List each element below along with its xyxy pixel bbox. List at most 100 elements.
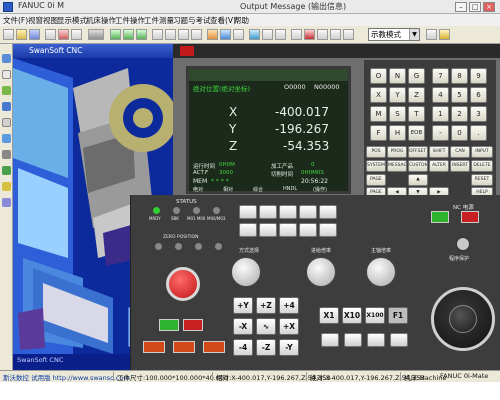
key-5[interactable]: 5 — [451, 87, 468, 103]
pan-icon[interactable] — [191, 29, 202, 40]
block-icon[interactable] — [2, 198, 11, 207]
btn-optional-stop[interactable] — [259, 205, 277, 219]
key-x[interactable]: X — [370, 87, 387, 103]
nc-power-on-button[interactable] — [431, 211, 449, 223]
program-protect-key[interactable] — [456, 237, 470, 251]
softkey-operation[interactable]: (操作) — [313, 186, 327, 193]
key-input[interactable]: INPUT — [471, 146, 493, 158]
menu-workpiece-measure[interactable]: 工件测量 — [144, 15, 174, 26]
zoom-in-icon[interactable] — [152, 29, 163, 40]
jog-plus-x[interactable]: +X — [279, 318, 299, 335]
minimize-button[interactable]: – — [455, 2, 467, 12]
key-pos[interactable]: POS — [366, 146, 386, 158]
menu-view-window[interactable]: 视窗视图 — [28, 15, 58, 26]
spindle-override-knob[interactable] — [366, 257, 396, 287]
view-front-icon[interactable] — [110, 29, 121, 40]
btn-machine-lock[interactable] — [239, 223, 257, 237]
key-f[interactable]: F — [370, 125, 387, 141]
jog-rapid[interactable]: ∿ — [256, 318, 276, 335]
key-n[interactable]: N — [389, 68, 406, 84]
settings-icon[interactable] — [343, 29, 354, 40]
tool-library-icon[interactable] — [2, 102, 11, 111]
key-t[interactable]: T — [408, 106, 425, 122]
coordinate-icon[interactable] — [2, 118, 11, 127]
menu-exercises[interactable]: 习题与考试 — [173, 15, 211, 26]
key-can[interactable]: CAN — [450, 146, 470, 158]
btn-dry-run[interactable] — [299, 205, 317, 219]
sound-icon[interactable] — [291, 29, 302, 40]
softkey-all[interactable]: 综合 — [253, 186, 263, 193]
rate-x1[interactable]: X1 — [319, 307, 339, 324]
key-9[interactable]: 9 — [470, 68, 487, 84]
key-page-up[interactable]: PAGE — [366, 174, 386, 186]
jog-plus-y[interactable]: +Y — [233, 297, 253, 314]
jog-minus-x[interactable]: -X — [233, 318, 253, 335]
key-alter[interactable]: ALTER — [429, 160, 449, 172]
view-side-icon[interactable] — [136, 29, 147, 40]
jog-minus-y[interactable]: -Y — [279, 339, 299, 356]
key-system[interactable]: SYSTEM — [366, 160, 386, 172]
key-delete[interactable]: DELETE — [471, 160, 493, 172]
help-icon[interactable] — [439, 29, 450, 40]
btn-m00-stop[interactable] — [203, 341, 225, 353]
btn-aux-2[interactable] — [344, 333, 362, 347]
btn-feed-hold[interactable] — [173, 341, 195, 353]
key-2[interactable]: 2 — [451, 106, 468, 122]
feed-override-knob[interactable] — [306, 257, 336, 287]
print-icon[interactable] — [45, 29, 56, 40]
window-tile-icon[interactable] — [426, 29, 437, 40]
btn-z-lock[interactable] — [279, 223, 297, 237]
key-shift[interactable]: SHIFT — [429, 146, 449, 158]
key-custom-graph[interactable]: CUSTOM GRAPH — [408, 160, 428, 172]
camera-icon[interactable] — [88, 29, 104, 40]
origin-icon[interactable] — [2, 134, 11, 143]
mode-select-knob[interactable] — [231, 257, 261, 287]
key-offset-setting[interactable]: OFFSET SETTING — [408, 146, 428, 158]
btn-single-block[interactable] — [239, 205, 257, 219]
key-y[interactable]: Y — [389, 87, 406, 103]
btn-spindle-ccw[interactable] — [319, 223, 337, 237]
softkey-absolute[interactable]: 绝对 — [193, 186, 203, 193]
key-m[interactable]: M — [370, 106, 387, 122]
key-3[interactable]: 3 — [470, 106, 487, 122]
jog-plus-4[interactable]: +4 — [279, 297, 299, 314]
menu-machine-operation[interactable]: 机床操作 — [86, 15, 116, 26]
door-icon[interactable] — [262, 29, 273, 40]
key-minus[interactable]: - — [432, 125, 449, 141]
key-h[interactable]: H — [389, 125, 406, 141]
key-7[interactable]: 7 — [432, 68, 449, 84]
transparent-icon[interactable] — [233, 29, 244, 40]
btn-block-skip[interactable] — [279, 205, 297, 219]
cube-icon[interactable] — [2, 182, 11, 191]
btn-teach[interactable] — [319, 205, 337, 219]
fit-icon[interactable] — [207, 29, 218, 40]
btn-cycle-green[interactable] — [159, 319, 179, 331]
close-button[interactable]: × — [483, 2, 495, 12]
key-g[interactable]: G — [408, 68, 425, 84]
view-top-icon[interactable] — [123, 29, 134, 40]
play-icon[interactable] — [317, 29, 328, 40]
btn-cycle-red[interactable] — [183, 319, 203, 331]
new-icon[interactable] — [3, 29, 14, 40]
rate-f1[interactable]: F1 — [388, 307, 408, 324]
menu-display-mode[interactable]: 显示模式 — [57, 15, 87, 26]
jog-minus-4[interactable]: -4 — [233, 339, 253, 356]
jog-plus-z[interactable]: +Z — [256, 297, 276, 314]
menu-help[interactable]: 帮助 — [234, 15, 249, 26]
key-s[interactable]: S — [389, 106, 406, 122]
key-8[interactable]: 8 — [451, 68, 468, 84]
zoom-out-icon[interactable] — [165, 29, 176, 40]
grid-icon[interactable] — [2, 150, 11, 159]
record-icon[interactable] — [304, 29, 315, 40]
chip-icon[interactable] — [275, 29, 286, 40]
btn-aux-4[interactable] — [390, 333, 408, 347]
nc-power-off-button[interactable] — [461, 211, 479, 223]
menu-workpiece-operation[interactable]: 工件操作 — [115, 15, 145, 26]
key-reset[interactable]: RESET — [471, 174, 493, 186]
jog-minus-z[interactable]: -Z — [256, 339, 276, 356]
btn-cycle-start[interactable] — [143, 341, 165, 353]
softkey-handle[interactable]: HNDL — [283, 186, 297, 192]
doc-icon[interactable] — [2, 70, 11, 79]
key-4[interactable]: 4 — [432, 87, 449, 103]
btn-aux-3[interactable] — [367, 333, 385, 347]
